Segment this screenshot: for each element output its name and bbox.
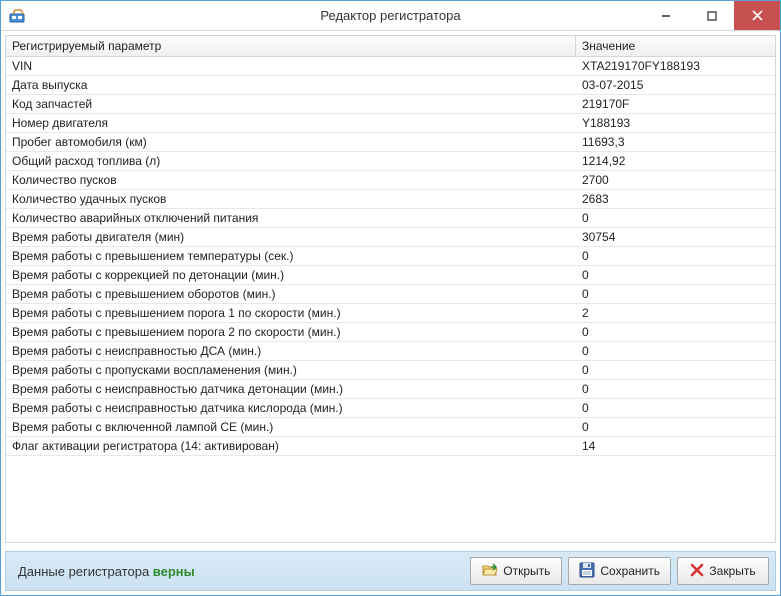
close-window-button[interactable] [734,1,780,30]
table-row[interactable]: Количество пусков2700 [6,171,775,190]
header-value[interactable]: Значение [576,36,775,56]
param-cell: Общий расход топлива (л) [6,152,576,170]
content-area: Регистрируемый параметр Значение VINXTA2… [1,31,780,547]
status-prefix: Данные регистратора [18,564,153,579]
table-row[interactable]: Количество аварийных отключений питания0 [6,209,775,228]
status-text: Данные регистратора верны [18,564,195,579]
param-cell: Номер двигателя [6,114,576,132]
param-cell: Время работы с превышением порога 1 по с… [6,304,576,322]
table-row[interactable]: Пробег автомобиля (км)11693,3 [6,133,775,152]
param-cell: Количество пусков [6,171,576,189]
value-cell: 219170F [576,95,775,113]
value-cell: XTA219170FY188193 [576,57,775,75]
value-cell: 2700 [576,171,775,189]
save-button[interactable]: Сохранить [568,557,671,585]
table-body: VINXTA219170FY188193Дата выпуска03-07-20… [6,57,775,542]
param-cell: Время работы с коррекцией по детонации (… [6,266,576,284]
value-cell: 0 [576,380,775,398]
param-cell: Время работы с превышением оборотов (мин… [6,285,576,303]
table-row[interactable]: Время работы с неисправностью датчика ки… [6,399,775,418]
app-icon [9,8,25,24]
param-cell: Пробег автомобиля (км) [6,133,576,151]
titlebar: Редактор регистратора [1,1,780,31]
param-cell: Время работы с включенной лампой CE (мин… [6,418,576,436]
param-cell: Количество удачных пусков [6,190,576,208]
window: Редактор регистратора Регистрируемый пар… [0,0,781,596]
value-cell: 11693,3 [576,133,775,151]
param-cell: Время работы с превышением порога 2 по с… [6,323,576,341]
table-row[interactable]: Время работы с неисправностью датчика де… [6,380,775,399]
value-cell: 0 [576,342,775,360]
maximize-button[interactable] [688,1,734,30]
table-row[interactable]: Общий расход топлива (л)1214,92 [6,152,775,171]
value-cell: 0 [576,399,775,417]
value-cell: 2683 [576,190,775,208]
minimize-button[interactable] [642,1,688,30]
table-row[interactable]: Время работы с превышением оборотов (мин… [6,285,775,304]
table-header: Регистрируемый параметр Значение [6,36,775,57]
table-row[interactable]: Время работы с неисправностью ДСА (мин.)… [6,342,775,361]
value-cell: 03-07-2015 [576,76,775,94]
param-cell: Время работы с неисправностью датчика де… [6,380,576,398]
window-controls [642,1,780,30]
param-cell: Дата выпуска [6,76,576,94]
value-cell: 2 [576,304,775,322]
param-cell: VIN [6,57,576,75]
param-cell: Время работы двигателя (мин) [6,228,576,246]
param-cell: Время работы с пропусками воспламенения … [6,361,576,379]
value-cell: Y188193 [576,114,775,132]
table-row[interactable]: Время работы с превышением порога 1 по с… [6,304,775,323]
folder-open-icon [482,562,498,581]
value-cell: 0 [576,361,775,379]
value-cell: 0 [576,323,775,341]
table-row[interactable]: Дата выпуска03-07-2015 [6,76,775,95]
close-button-label: Закрыть [709,564,755,578]
table-row[interactable]: Время работы двигателя (мин)30754 [6,228,775,247]
param-cell: Код запчастей [6,95,576,113]
open-button[interactable]: Открыть [470,557,562,585]
value-cell: 0 [576,418,775,436]
floppy-disk-icon [579,562,595,581]
table-row[interactable]: Время работы с включенной лампой CE (мин… [6,418,775,437]
value-cell: 0 [576,285,775,303]
close-x-icon [690,563,704,580]
table-row[interactable]: Время работы с превышением порога 2 по с… [6,323,775,342]
table-row[interactable]: Время работы с коррекцией по детонации (… [6,266,775,285]
param-cell: Флаг активации регистратора (14: активир… [6,437,576,455]
parameter-table: Регистрируемый параметр Значение VINXTA2… [5,35,776,543]
value-cell: 0 [576,209,775,227]
param-cell: Время работы с неисправностью датчика ки… [6,399,576,417]
table-row[interactable]: Номер двигателяY188193 [6,114,775,133]
param-cell: Время работы с превышением температуры (… [6,247,576,265]
table-row[interactable]: Количество удачных пусков2683 [6,190,775,209]
table-row[interactable]: VINXTA219170FY188193 [6,57,775,76]
value-cell: 1214,92 [576,152,775,170]
footer-bar: Данные регистратора верны Открыть [5,551,776,591]
table-row[interactable]: Время работы с пропусками воспламенения … [6,361,775,380]
table-row[interactable]: Время работы с превышением температуры (… [6,247,775,266]
save-button-label: Сохранить [600,564,660,578]
param-cell: Количество аварийных отключений питания [6,209,576,227]
close-button[interactable]: Закрыть [677,557,769,585]
value-cell: 14 [576,437,775,455]
status-word: верны [153,564,195,579]
header-param[interactable]: Регистрируемый параметр [6,36,576,56]
table-row[interactable]: Код запчастей219170F [6,95,775,114]
param-cell: Время работы с неисправностью ДСА (мин.) [6,342,576,360]
value-cell: 30754 [576,228,775,246]
value-cell: 0 [576,247,775,265]
value-cell: 0 [576,266,775,284]
table-row[interactable]: Флаг активации регистратора (14: активир… [6,437,775,456]
open-button-label: Открыть [503,564,550,578]
